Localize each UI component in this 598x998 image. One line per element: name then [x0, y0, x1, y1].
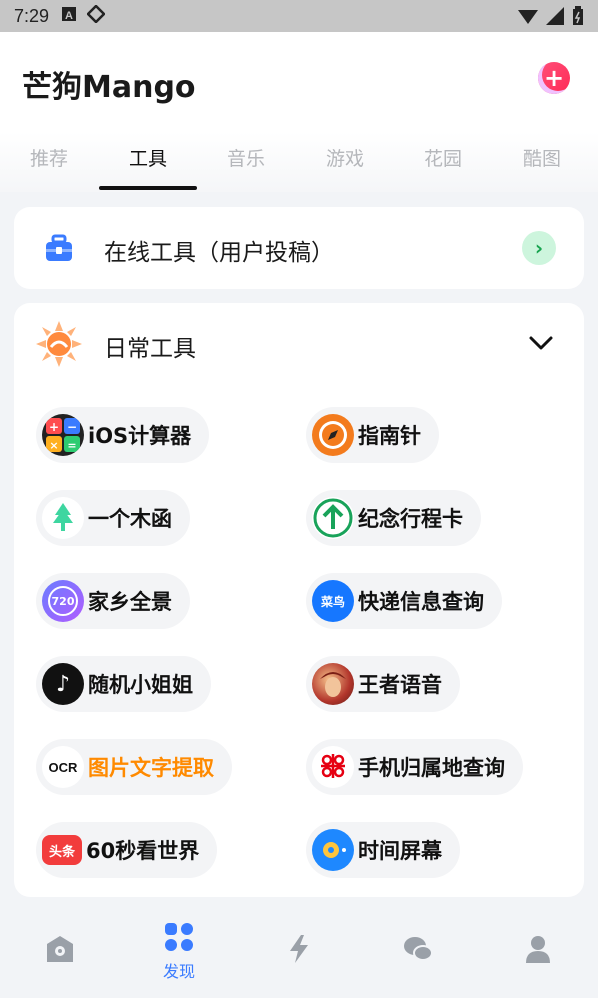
- app-title: 芒狗Mango: [22, 70, 196, 105]
- app-header: 芒狗Mango +: [0, 32, 598, 132]
- tool-image-text-extract[interactable]: OCR 图片文字提取: [36, 739, 232, 795]
- chat-bubbles-icon: [404, 937, 433, 961]
- tool-60s-world[interactable]: 头条 60秒看世界: [36, 822, 218, 878]
- home-icon: [47, 936, 73, 962]
- tool-label: 王者语音: [358, 673, 442, 697]
- bottom-navigation: 发现: [0, 908, 598, 998]
- svg-text:−: −: [67, 420, 77, 434]
- tool-label: 快递信息查询: [358, 590, 484, 614]
- tool-label: 纪念行程卡: [358, 507, 463, 531]
- svg-text:A: A: [65, 10, 73, 22]
- daily-tools-card: 日常工具 + − × = iOS计算器 指南针 一个木函 纪念行程卡 720 家…: [14, 303, 584, 897]
- sun-icon: [36, 321, 82, 367]
- calculator-icon: + − × =: [42, 414, 84, 456]
- tool-label: 手机归属地查询: [358, 756, 505, 780]
- tool-random-girl[interactable]: ♪ 随机小姐姐: [36, 656, 211, 712]
- active-tab-indicator: [99, 186, 197, 190]
- cainiao-icon: 菜鸟: [312, 580, 354, 622]
- tool-time-screen[interactable]: 时间屏幕: [306, 822, 460, 878]
- tool-label: iOS计算器: [88, 424, 192, 448]
- tool-label: 随机小姐姐: [88, 673, 193, 697]
- chevron-down-icon[interactable]: [528, 333, 554, 353]
- status-bar: 7:29 A: [0, 0, 598, 32]
- daily-tools-label: 日常工具: [104, 336, 196, 362]
- battery-icon: [572, 6, 584, 31]
- tool-label: 60秒看世界: [86, 839, 200, 863]
- tab-cool-images[interactable]: 酷图: [493, 144, 591, 171]
- discover-grid-icon: [165, 923, 193, 951]
- tool-honor-voice[interactable]: 王者语音: [306, 656, 460, 712]
- tool-express-query[interactable]: 菜鸟 快递信息查询: [306, 573, 502, 629]
- nav-home[interactable]: [0, 934, 120, 964]
- game-avatar-icon: [312, 663, 354, 705]
- tab-music[interactable]: 音乐: [197, 144, 295, 171]
- tree-icon: [42, 497, 84, 539]
- tiktok-icon: ♪: [42, 663, 84, 705]
- nav-chat[interactable]: [358, 934, 478, 964]
- diamond-icon: [86, 3, 106, 28]
- tab-garden[interactable]: 花园: [394, 144, 492, 171]
- ocr-icon: OCR: [42, 746, 84, 788]
- toolbox-icon: [44, 233, 74, 263]
- svg-text:+: +: [49, 420, 59, 434]
- up-arrow-icon: [312, 497, 354, 539]
- tab-recommend[interactable]: 推荐: [0, 144, 98, 171]
- category-tabs: 推荐 工具 音乐 游戏 花园 酷图: [0, 132, 598, 192]
- nav-discover-label: 发现: [162, 962, 195, 981]
- wifi-icon: [518, 7, 538, 30]
- tool-ios-calculator[interactable]: + − × = iOS计算器: [36, 407, 210, 463]
- tool-phone-location[interactable]: 手机归属地查询: [306, 739, 523, 795]
- tool-hometown-panorama[interactable]: 720 家乡全景: [36, 573, 190, 629]
- online-tools-label: 在线工具（用户投稿）: [104, 240, 334, 266]
- lightning-icon: [290, 935, 308, 963]
- tool-label: 指南针: [358, 424, 421, 448]
- nav-profile[interactable]: [478, 934, 598, 964]
- tab-games[interactable]: 游戏: [296, 144, 394, 171]
- status-time: 7:29: [14, 5, 50, 26]
- tab-tools[interactable]: 工具: [99, 144, 197, 171]
- user-icon: [526, 936, 550, 963]
- chevron-right-icon[interactable]: ›: [522, 231, 556, 265]
- svg-text:×: ×: [49, 439, 58, 452]
- notification-a-icon: A: [61, 6, 77, 27]
- online-tools-card[interactable]: 在线工具（用户投稿） ›: [14, 207, 584, 289]
- nav-discover[interactable]: 发现: [119, 922, 239, 982]
- signal-icon: [546, 7, 564, 30]
- add-button[interactable]: +: [538, 62, 570, 94]
- tool-label: 一个木函: [88, 507, 172, 531]
- tool-label: 图片文字提取: [88, 756, 214, 780]
- panorama-720-icon: 720: [42, 580, 84, 622]
- nav-flash[interactable]: [239, 934, 359, 964]
- clock-screen-icon: [312, 829, 354, 871]
- tool-compass[interactable]: 指南针: [306, 407, 439, 463]
- tool-label: 家乡全景: [88, 590, 172, 614]
- toutiao-icon: 头条: [42, 835, 82, 865]
- compass-icon: [312, 414, 354, 456]
- tool-label: 时间屏幕: [358, 839, 442, 863]
- china-unicom-icon: [312, 746, 354, 788]
- tool-trip-card[interactable]: 纪念行程卡: [306, 490, 481, 546]
- tool-wooden-box[interactable]: 一个木函: [36, 490, 190, 546]
- svg-text:=: =: [67, 439, 76, 452]
